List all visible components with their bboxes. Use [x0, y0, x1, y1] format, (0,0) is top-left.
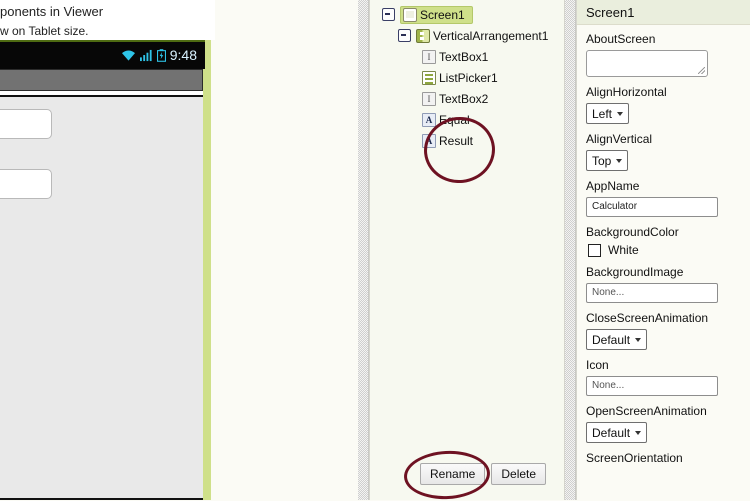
property-label-closescreenanimation: CloseScreenAnimation [586, 311, 709, 325]
property-icon: Icon None... [586, 358, 741, 396]
tree-node-result[interactable]: A Result [370, 130, 566, 151]
property-backgroundcolor: BackgroundColor White [586, 225, 741, 257]
rename-button[interactable]: Rename [420, 463, 486, 485]
property-label-alignhorizontal: AlignHorizontal [586, 85, 667, 99]
tree-label-textbox2: TextBox2 [439, 91, 489, 106]
phone-edge-outer [211, 40, 215, 500]
viewer-panel: ponents in Viewer w on Tablet size. 9:48 [0, 0, 215, 500]
viewer-header-line2: w on Tablet size. [0, 24, 89, 38]
splitter-tree-properties[interactable] [565, 0, 575, 500]
splitter-viewer-tree[interactable] [358, 0, 368, 500]
tree-label-verticalarrangement1: VerticalArrangement1 [433, 28, 549, 43]
color-swatch [588, 243, 601, 257]
property-backgroundimage: BackgroundImage None... [586, 265, 741, 303]
property-label-alignvertical: AlignVertical [586, 132, 653, 146]
property-openscreenanimation: OpenScreenAnimation Default [586, 404, 741, 443]
chevron-down-icon [617, 111, 624, 116]
alignhorizontal-select[interactable]: Left [586, 103, 630, 124]
tree-label-listpicker1: ListPicker1 [439, 70, 498, 85]
screen-canvas[interactable] [0, 95, 203, 500]
textbox-icon: I [422, 91, 436, 106]
label-icon: A [422, 112, 436, 127]
viewer-textbox1[interactable] [0, 109, 52, 139]
appname-input[interactable]: Calculator [586, 197, 718, 217]
property-appname: AppName Calculator [586, 179, 741, 217]
app-root: ponents in Viewer w on Tablet size. 9:48… [0, 0, 750, 501]
properties-list: AboutScreen AlignHorizontal Left AlignVe… [577, 25, 750, 466]
tree-node-screen1-selected[interactable]: Screen1 [400, 5, 473, 24]
signal-bars-icon [139, 49, 152, 61]
battery-icon [156, 48, 166, 62]
alignvertical-value: Top [592, 153, 612, 168]
label-icon: A [422, 133, 436, 148]
closescreenanimation-value: Default [592, 332, 631, 347]
property-label-appname: AppName [586, 179, 640, 193]
property-label-backgroundimage: BackgroundImage [586, 265, 684, 279]
openscreenanimation-select[interactable]: Default [586, 422, 648, 443]
status-bar-icons: 9:48 [121, 45, 197, 65]
textbox-icon: I [422, 49, 436, 64]
component-tree: Screen1 VerticalArrangement1 I TextBox1 … [370, 4, 566, 151]
property-alignhorizontal: AlignHorizontal Left [586, 85, 741, 124]
listpicker-icon [422, 70, 436, 85]
screen-icon [403, 7, 417, 22]
properties-title: Screen1 [577, 0, 750, 25]
backgroundcolor-picker[interactable]: White [586, 243, 741, 257]
wifi-icon [121, 50, 135, 61]
alignvertical-select[interactable]: Top [586, 150, 629, 171]
backgroundcolor-value: White [608, 243, 639, 257]
tree-action-buttons: Rename Delete [420, 463, 547, 485]
properties-panel: Screen1 AboutScreen AlignHorizontal Left… [576, 0, 750, 500]
property-screenorientation: ScreenOrientation [586, 451, 741, 466]
tree-node-equal[interactable]: A Equal [370, 109, 566, 130]
viewer-header-line1: ponents in Viewer [0, 4, 104, 19]
tree-node-listpicker1[interactable]: ListPicker1 [370, 67, 566, 88]
property-alignvertical: AlignVertical Top [586, 132, 741, 171]
property-label-openscreenanimation: OpenScreenAnimation [586, 404, 707, 418]
collapse-toggle-icon[interactable] [398, 29, 411, 42]
backgroundimage-input[interactable]: None... [586, 283, 718, 303]
chevron-down-icon [635, 430, 642, 435]
property-label-backgroundcolor: BackgroundColor [586, 225, 679, 239]
property-aboutscreen: AboutScreen [586, 32, 741, 77]
viewer-header: ponents in Viewer w on Tablet size. [0, 4, 215, 39]
property-label-aboutscreen: AboutScreen [586, 32, 656, 46]
collapse-toggle-icon[interactable] [382, 8, 395, 21]
tree-node-screen1[interactable]: Screen1 [370, 4, 566, 25]
tree-node-textbox1[interactable]: I TextBox1 [370, 46, 566, 67]
tree-label-result: Result [439, 133, 474, 148]
tree-node-verticalarrangement1[interactable]: VerticalArrangement1 [370, 25, 566, 46]
property-closescreenanimation: CloseScreenAnimation Default [586, 311, 741, 350]
chevron-down-icon [616, 158, 623, 163]
closescreenanimation-select[interactable]: Default [586, 329, 648, 350]
android-status-bar: 9:48 [0, 40, 205, 69]
tree-node-textbox2[interactable]: I TextBox2 [370, 88, 566, 109]
property-label-icon: Icon [586, 358, 609, 372]
components-panel: Screen1 VerticalArrangement1 I TextBox1 … [369, 0, 750, 500]
property-label-screenorientation: ScreenOrientation [586, 451, 683, 465]
chevron-down-icon [635, 337, 642, 342]
status-bar-clock: 9:48 [169, 47, 197, 63]
tree-label-textbox1: TextBox1 [439, 49, 489, 64]
icon-input[interactable]: None... [586, 376, 718, 396]
phone-title-bar [0, 69, 203, 91]
delete-button[interactable]: Delete [491, 463, 547, 485]
vertical-arrangement-icon [416, 28, 430, 43]
tree-label-screen1: Screen1 [420, 7, 465, 22]
tree-label-equal: Equal [439, 112, 470, 127]
openscreenanimation-value: Default [592, 425, 631, 440]
alignhorizontal-value: Left [592, 106, 613, 121]
viewer-textbox2[interactable] [0, 169, 52, 199]
aboutscreen-textarea[interactable] [586, 50, 708, 77]
